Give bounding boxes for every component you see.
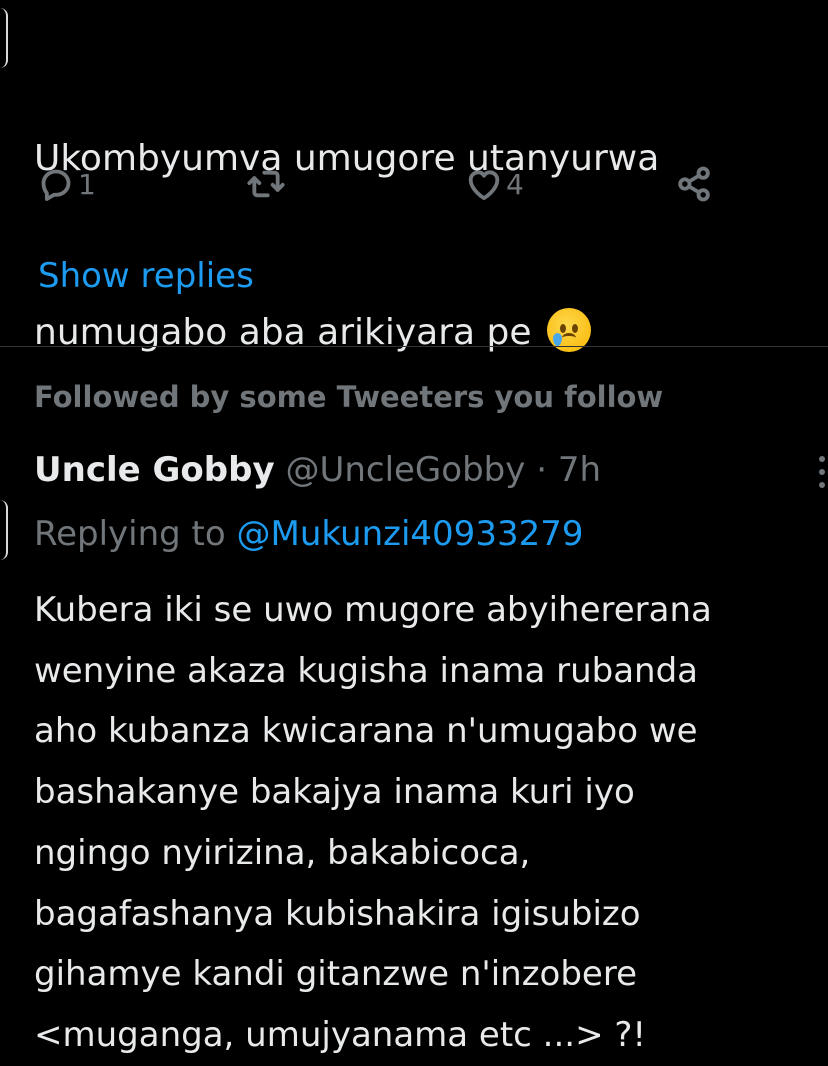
tweet-2-text: Kubera iki se uwo mugore abyihererana we… [34,580,824,1066]
show-replies-link[interactable]: Show replies [38,256,254,296]
author-name[interactable]: Uncle Gobby [34,450,275,490]
reply-button[interactable]: 1 [36,164,96,204]
social-context-label: Followed by some Tweeters you follow [34,380,664,414]
tweet-2-text-line: <muganga, umujyanama etc ...> ?! [34,1014,647,1055]
author-handle[interactable]: @UncleGobby [285,450,525,490]
divider [0,346,828,347]
replying-mention-link[interactable]: @Mukunzi40933279 [237,514,584,554]
share-icon [678,166,710,202]
tweet-1-actions: 1 4 [36,164,736,208]
retweet-button[interactable] [246,164,288,204]
like-count: 4 [506,167,524,201]
separator-dot: · [536,450,547,490]
replying-to: Replying to @Mukunzi40933279 [34,514,583,554]
tweet-2-text-line: gihamye kandi gitanzwe n'inzobere [34,954,638,995]
reply-icon [41,169,71,201]
avatar[interactable] [0,8,8,68]
tweet-1-text-line-2: numugabo aba arikiyara pe [34,304,804,362]
tweet-2-text-line: bashakanye bakajya inama kuri iyo [34,772,635,813]
retweet-icon [247,170,285,198]
tweet-2-text-line: Kubera iki se uwo mugore abyihererana [34,590,712,630]
heart-icon [468,170,500,201]
tweet-2-text-line: bagafashanya kubishakira igisubizo [34,893,641,934]
replying-prefix: Replying to [34,514,226,554]
timestamp[interactable]: 7h [558,450,601,490]
tweet-2-text-line: aho kubanza kwicarana n'umugabo we [34,711,698,752]
reply-count: 1 [78,167,96,201]
like-button[interactable]: 4 [464,164,524,204]
share-button[interactable] [674,164,714,204]
tweet-2-text-line: wenyine akaza kugisha inama rubanda [34,650,698,691]
avatar[interactable] [0,500,8,560]
more-icon[interactable] [816,456,828,496]
tweet-2-header: Uncle Gobby @UncleGobby · 7h [34,450,601,490]
tweet-2-text-line: ngingo nyirizina, bakabicoca, [34,832,531,873]
